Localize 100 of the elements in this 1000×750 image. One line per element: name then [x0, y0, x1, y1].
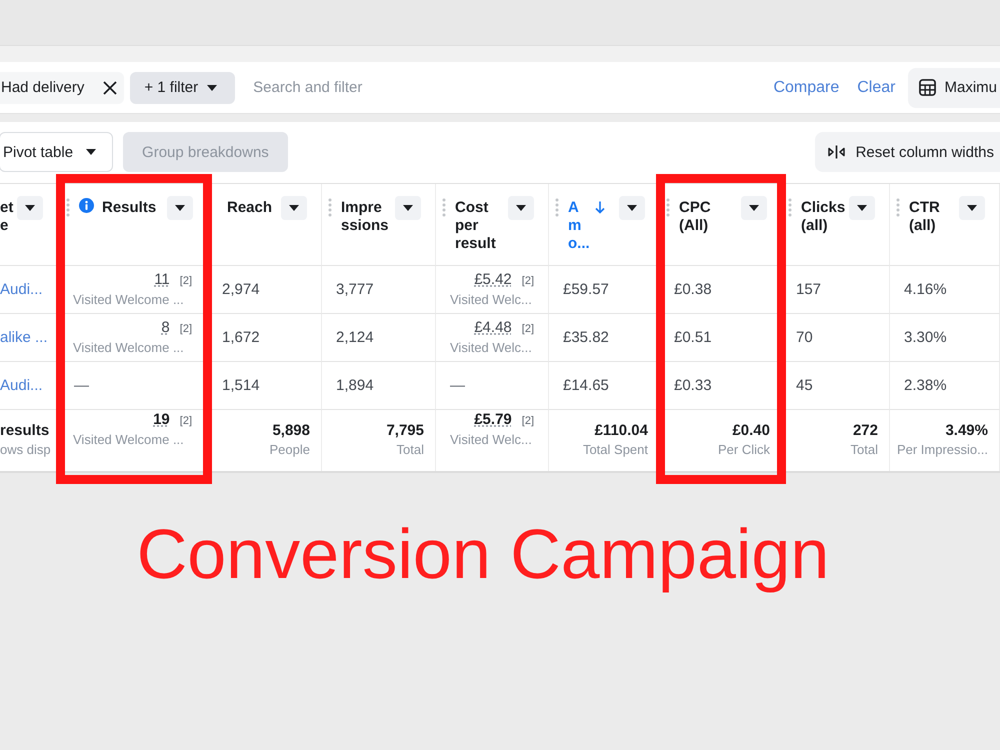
column-header[interactable]: Impre ssions — [341, 196, 389, 235]
search-field[interactable]: Search and filter — [251, 78, 756, 97]
table-cell: 157 — [796, 281, 822, 298]
result-type-label: Visited Welc... — [450, 431, 532, 449]
result-type-label: Visited Welcome ... — [73, 291, 184, 309]
footnote-mark: [2] — [522, 274, 534, 289]
table-cell: £35.82 — [563, 329, 609, 346]
dropdown-button[interactable]: Pivot table — [0, 132, 114, 172]
caret-icon — [516, 205, 526, 211]
caret-icon — [25, 205, 35, 211]
drag-handle-icon[interactable] — [666, 198, 670, 218]
total-caption: People — [270, 441, 310, 459]
column-header[interactable]: Clicks (all) — [801, 196, 846, 235]
caret-icon — [175, 205, 185, 211]
column-header[interactable]: Cost per result — [455, 196, 496, 253]
table-cell: 70 — [796, 329, 813, 346]
footnote-mark: [2] — [522, 322, 534, 337]
footnote-mark: [2] — [180, 414, 192, 429]
column-header[interactable]: et e — [0, 196, 14, 235]
result-type-label: Visited Welcome ... — [73, 431, 184, 449]
column-menu-button[interactable] — [17, 196, 43, 220]
column-menu-button[interactable] — [281, 196, 307, 220]
caret-icon — [86, 149, 96, 155]
column-menu-button[interactable] — [508, 196, 534, 220]
total-caption: Total — [396, 441, 424, 459]
row-name-link[interactable]: alike ... — [0, 329, 48, 346]
table-cell: 3.30% — [904, 329, 947, 346]
table-cell: £14.65 — [563, 377, 609, 394]
footnote-mark: [2] — [522, 414, 534, 429]
caret-icon — [289, 205, 299, 211]
drag-handle-icon[interactable] — [788, 198, 792, 218]
table-cell: 4.16% — [904, 281, 947, 298]
empty-value: — — [450, 377, 465, 394]
column-header[interactable]: Reach — [227, 196, 272, 217]
column-menu-button[interactable] — [959, 196, 985, 220]
column-menu-button[interactable] — [167, 196, 193, 220]
table-cell: £0.38 — [674, 281, 712, 298]
footnote-mark: [2] — [180, 322, 192, 337]
column-menu-button[interactable] — [395, 196, 421, 220]
drag-handle-icon[interactable] — [442, 198, 446, 218]
column-header[interactable]: CPC (All) — [679, 196, 711, 235]
total-value: £110.04 — [594, 421, 648, 441]
total-caption: Total — [850, 441, 878, 459]
row-name-link[interactable]: Audi... — [0, 377, 43, 394]
metric-value: £5.42 — [474, 270, 512, 289]
drag-handle-icon[interactable] — [555, 198, 559, 218]
filter-chip[interactable]: Had delivery — [0, 72, 124, 104]
table-cell: 1,514 — [222, 377, 260, 394]
total-caption: ows disp — [0, 441, 51, 459]
reset-widths-button[interactable]: Reset column widths — [814, 132, 1000, 172]
info-icon[interactable] — [79, 198, 94, 213]
total-value: £0.40 — [732, 421, 770, 441]
footnote-mark: [2] — [180, 274, 192, 289]
caret-icon — [627, 205, 637, 211]
column-header[interactable]: CTR (all) — [909, 196, 940, 235]
result-type-label: Visited Welcome ... — [73, 339, 184, 357]
collapse-arrows-icon — [828, 145, 845, 159]
drag-handle-icon[interactable] — [896, 198, 900, 218]
drag-handle-icon[interactable] — [66, 198, 70, 218]
total-caption: Total Spent — [582, 441, 648, 459]
caret-icon — [967, 205, 977, 211]
table-icon — [919, 79, 936, 96]
total-caption: Per Impressio... — [896, 441, 988, 459]
total-value: £5.79 — [474, 410, 512, 429]
table-cell: £0.51 — [674, 329, 712, 346]
totals-label: results — [0, 421, 50, 441]
result-type-label: Visited Welc... — [450, 291, 532, 309]
table-cell: 2.38% — [904, 377, 947, 394]
close-icon[interactable] — [103, 80, 118, 94]
view-button[interactable]: Maximu — [908, 68, 1000, 108]
table-cell: £0.33 — [674, 377, 712, 394]
toolbar-link[interactable]: Clear — [857, 78, 896, 96]
empty-value: — — [74, 377, 89, 394]
column-menu-button[interactable] — [741, 196, 767, 220]
toolbar-link[interactable]: Compare — [773, 78, 840, 96]
total-caption: Per Click — [718, 441, 770, 459]
metric-value: 8 — [161, 318, 170, 337]
caret-icon — [857, 205, 867, 211]
caret-icon — [749, 205, 759, 211]
total-value: 19 — [153, 410, 170, 429]
table-cell: 1,672 — [222, 329, 260, 346]
filter-chip[interactable]: + 1 filter — [130, 72, 236, 104]
column-header[interactable]: Results — [102, 196, 156, 217]
row-name-link[interactable]: Audi... — [0, 281, 43, 298]
drag-handle-icon[interactable] — [328, 198, 332, 218]
table-cell: 45 — [796, 377, 813, 394]
caret-icon — [207, 84, 218, 90]
table-cell: £59.57 — [563, 281, 609, 298]
column-menu-button[interactable] — [619, 196, 645, 220]
total-value: 5,898 — [272, 421, 310, 441]
metric-value: £4.48 — [474, 318, 512, 337]
caret-icon — [403, 205, 413, 211]
table-cell: 3,777 — [336, 281, 374, 298]
total-value: 272 — [852, 421, 878, 441]
table-cell: 2,974 — [222, 281, 260, 298]
column-header[interactable]: A m o... — [568, 196, 590, 253]
metric-value: 11 — [154, 270, 170, 289]
caption-title: Conversion Campaign — [136, 515, 830, 593]
result-type-label: Visited Welc... — [450, 339, 532, 357]
column-menu-button[interactable] — [849, 196, 875, 220]
